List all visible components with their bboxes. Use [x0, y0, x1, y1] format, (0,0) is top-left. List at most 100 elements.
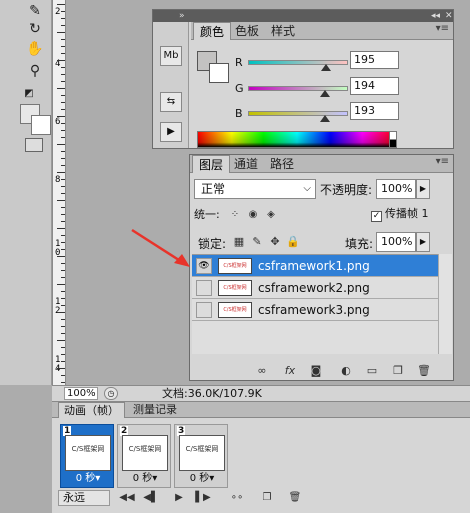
layer-thumbnail: C/S框架网	[218, 258, 252, 274]
animation-frame[interactable]: 3 C/S框架网 0 秒▾	[174, 424, 228, 488]
color-spectrum-bar[interactable]	[197, 131, 397, 148]
tab-channels[interactable]: 通道	[228, 155, 264, 173]
panel-menu-icon[interactable]: ▾≡	[436, 156, 449, 167]
actions-icon[interactable]: ▶	[160, 122, 182, 142]
next-frame-icon[interactable]: ▌▶	[194, 490, 212, 506]
ruler-tick	[61, 277, 65, 278]
panel-title-bar[interactable]: » ◂◂ ✕	[153, 10, 453, 22]
opacity-slider-toggle[interactable]: ▶	[416, 179, 430, 199]
default-colors-icon[interactable]: ◩	[18, 82, 40, 104]
animation-frame[interactable]: 2 C/S框架网 0 秒▾	[117, 424, 171, 488]
layer-name[interactable]: csframework2.png	[258, 277, 370, 299]
tab-animation-frames[interactable]: 动画（帧）	[58, 402, 125, 418]
new-group-icon[interactable]: ▭	[364, 364, 380, 378]
link-layers-icon[interactable]: ∞	[254, 364, 270, 378]
loop-options-select[interactable]: 永远	[58, 490, 110, 506]
ruler-tick	[61, 347, 65, 348]
history-icon[interactable]: ⇆	[160, 92, 182, 112]
arrow-head	[174, 254, 190, 267]
previous-frame-icon[interactable]: ◀▌	[142, 490, 160, 506]
lock-position-icon[interactable]: ✥	[268, 235, 282, 249]
add-mask-icon[interactable]: ◙	[308, 364, 324, 378]
layer-style-icon[interactable]: fx	[282, 364, 298, 378]
tab-paths[interactable]: 路径	[264, 155, 300, 173]
layers-footer-toolbar: ∞ fx ◙ ◐ ▭ ❐ 🗑	[190, 362, 453, 380]
unify-position-icon[interactable]: ⁘	[228, 208, 242, 222]
adjustment-layer-icon[interactable]: ◐	[338, 364, 354, 378]
rotate-view-icon[interactable]: ↻	[24, 18, 46, 40]
play-icon[interactable]: ▶	[170, 490, 188, 506]
frame-delay-dropdown[interactable]: 0 秒▾	[61, 473, 115, 485]
ruler-label: 8	[55, 175, 61, 185]
delete-frame-icon[interactable]: 🗑	[286, 490, 304, 506]
chevron-down-icon: ⌵	[303, 183, 311, 194]
opacity-field[interactable]: 100%	[376, 179, 416, 199]
lock-transparent-icon[interactable]: ▦	[232, 235, 246, 249]
layer-row[interactable]: 👁 C/S框架网 csframework1.png	[192, 255, 438, 277]
layer-name[interactable]: csframework3.png	[258, 299, 370, 321]
black-white-ramp[interactable]	[389, 131, 397, 148]
layers-tab-bar: 图层 通道 路径 ▾≡	[190, 155, 453, 173]
unify-visibility-icon[interactable]: ◉	[246, 208, 260, 222]
visibility-toggle[interactable]	[196, 302, 212, 318]
ruler-label: 6	[55, 117, 61, 127]
annotation-arrow	[131, 228, 190, 267]
navigator-icon[interactable]: Mb	[160, 46, 182, 66]
fill-slider-toggle[interactable]: ▶	[416, 232, 430, 252]
delete-layer-icon[interactable]: 🗑	[416, 364, 432, 378]
green-value-field[interactable]: 194	[350, 77, 399, 95]
blue-slider-thumb[interactable]	[319, 115, 330, 122]
unify-style-icon[interactable]: ◈	[264, 208, 278, 222]
new-layer-icon[interactable]: ❐	[390, 364, 406, 378]
first-frame-icon[interactable]: ◀◀	[118, 490, 136, 506]
collapse-icon[interactable]: »	[179, 10, 185, 22]
ruler-tick	[61, 81, 65, 82]
lock-all-icon[interactable]: 🔒	[286, 235, 300, 249]
visibility-toggle[interactable]	[196, 280, 212, 296]
eye-icon[interactable]: 👁	[196, 258, 212, 274]
minimize-icon[interactable]: ◂◂	[431, 10, 440, 22]
frame-delay-dropdown[interactable]: 0 秒▾	[175, 473, 229, 485]
duplicate-frame-icon[interactable]: ❐	[258, 490, 276, 506]
blue-slider[interactable]	[248, 111, 348, 122]
tab-measurement-log[interactable]: 测量记录	[128, 402, 182, 418]
layer-row[interactable]: C/S框架网 csframework2.png	[192, 277, 438, 299]
layer-list-scrollbar[interactable]	[438, 254, 452, 354]
ruler-tick	[61, 263, 65, 264]
green-slider[interactable]	[248, 86, 348, 97]
ruler-tick	[61, 207, 65, 208]
blue-channel-label: B	[235, 107, 243, 120]
checkbox-checked-icon[interactable]: ✓	[371, 211, 382, 222]
ruler-tick	[61, 326, 65, 327]
zoom-level-field[interactable]: 100%	[64, 387, 98, 400]
tab-layers[interactable]: 图层	[192, 155, 231, 173]
background-color-swatch[interactable]	[209, 63, 229, 83]
fill-field[interactable]: 100%	[376, 232, 416, 252]
layer-row[interactable]: C/S框架网 csframework3.png	[192, 299, 438, 321]
ruler-tick	[57, 368, 65, 369]
tab-color[interactable]: 颜色	[193, 22, 232, 40]
zoom-menu-icon[interactable]: ◷	[104, 387, 118, 400]
red-value-field[interactable]: 195	[350, 51, 399, 69]
blend-mode-select[interactable]: 正常 ⌵	[194, 179, 316, 199]
lock-image-icon[interactable]: ✎	[250, 235, 264, 249]
zoom-tool-icon[interactable]: ⚲	[24, 60, 46, 82]
hand-tool-icon[interactable]: ✋	[24, 38, 46, 60]
unify-label: 统一:	[194, 208, 220, 221]
blend-mode-value: 正常	[201, 182, 226, 196]
frame-delay-dropdown[interactable]: 0 秒▾	[118, 473, 172, 485]
tab-styles[interactable]: 样式	[265, 22, 301, 40]
quick-mask-icon[interactable]	[25, 138, 43, 152]
tween-icon[interactable]: ∘∘	[228, 490, 246, 506]
tab-swatches[interactable]: 色板	[229, 22, 265, 40]
red-slider-thumb[interactable]	[320, 64, 331, 71]
red-slider[interactable]	[248, 60, 348, 71]
propagate-frame-checkbox[interactable]: ✓ 传播帧 1	[371, 207, 429, 222]
panel-menu-icon[interactable]: ▾≡	[436, 23, 449, 34]
background-color-swatch[interactable]	[31, 115, 51, 135]
close-icon[interactable]: ✕	[445, 10, 453, 22]
green-slider-thumb[interactable]	[320, 90, 331, 97]
blue-value-field[interactable]: 193	[350, 102, 399, 120]
animation-frame[interactable]: 1 C/S框架网 0 秒▾	[60, 424, 114, 488]
layer-name[interactable]: csframework1.png	[258, 255, 370, 277]
